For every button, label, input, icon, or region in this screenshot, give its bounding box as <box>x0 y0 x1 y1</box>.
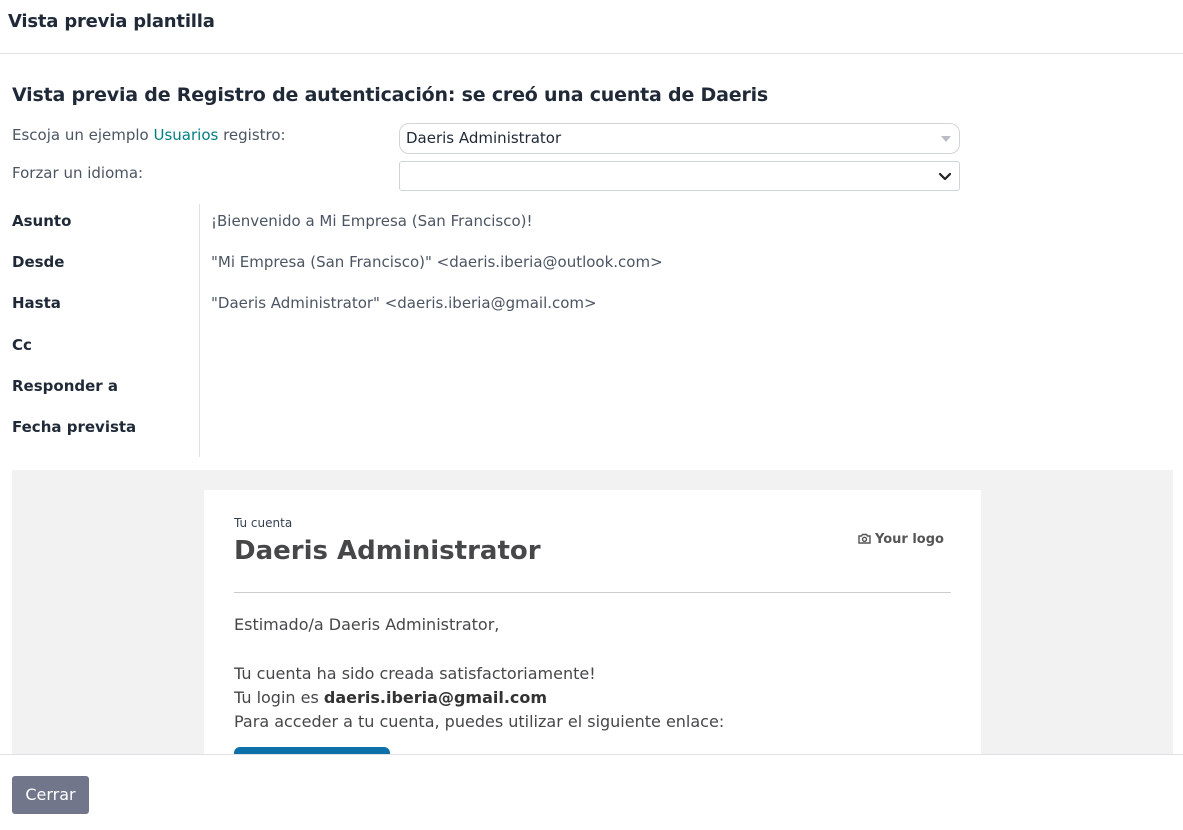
subject-value: ¡Bienvenido a Mi Empresa (San Francisco)… <box>211 212 533 230</box>
email-access-text: Para acceder a tu cuenta, puedes utiliza… <box>234 712 725 731</box>
email-created-text: Tu cuenta ha sido creada satisfactoriame… <box>234 664 596 683</box>
email-preview-area[interactable]: Tu cuenta Daeris Administrator Your logo… <box>12 470 1173 754</box>
example-label-prefix: Escoja un ejemplo <box>12 126 154 144</box>
email-divider <box>234 592 951 593</box>
from-row: Desde "Mi Empresa (San Francisco)" <daer… <box>0 253 700 293</box>
subject-label: Asunto <box>12 212 72 230</box>
example-record-select[interactable]: Daeris Administrator <box>399 123 960 154</box>
from-value: "Mi Empresa (San Francisco)" <daeris.ibe… <box>211 253 663 271</box>
cc-row: Cc <box>0 336 700 376</box>
email-login-value: daeris.iberia@gmail.com <box>323 688 548 707</box>
example-record-label: Escoja un ejemplo Usuarios registro: <box>12 126 286 144</box>
to-value: "Daeris Administrator" <daeris.iberia@gm… <box>211 294 597 312</box>
email-account-name: Daeris Administrator <box>234 536 541 566</box>
scheduled-date-label: Fecha prevista <box>12 418 137 436</box>
dialog-footer: Cerrar <box>0 754 1183 830</box>
model-link[interactable]: Usuarios <box>154 126 219 144</box>
caret-down-icon <box>941 136 951 142</box>
dialog-header: Vista previa plantilla <box>0 0 1183 54</box>
email-logo: Your logo <box>858 532 944 547</box>
camera-icon <box>858 533 871 544</box>
example-record-value: Daeris Administrator <box>406 129 562 147</box>
to-label: Hasta <box>12 294 61 312</box>
to-row: Hasta "Daeris Administrator" <daeris.ibe… <box>0 294 700 334</box>
scheduled-date-row: Fecha prevista <box>0 418 700 458</box>
close-button[interactable]: Cerrar <box>12 776 89 814</box>
dialog-body: Vista previa de Registro de autenticació… <box>0 54 1183 754</box>
email-greeting: Estimado/a Daeris Administrator, <box>234 615 500 634</box>
email-login-prefix: Tu login es <box>234 688 324 707</box>
email-access-button[interactable] <box>234 747 390 754</box>
dialog-title: Vista previa plantilla <box>8 11 215 32</box>
reply-to-row: Responder a <box>0 377 700 417</box>
email-logo-text: Your logo <box>875 532 944 547</box>
chevron-down-icon <box>938 172 952 181</box>
language-label: Forzar un idioma: <box>12 164 144 182</box>
from-label: Desde <box>12 253 65 271</box>
language-select[interactable] <box>399 161 960 191</box>
example-label-suffix: registro: <box>218 126 286 144</box>
email-login-line: Tu login es daeris.iberia@gmail.com <box>234 688 547 707</box>
email-eyebrow: Tu cuenta <box>234 516 293 530</box>
cc-label: Cc <box>12 336 32 354</box>
preview-title: Vista previa de Registro de autenticació… <box>12 84 769 106</box>
email-card: Tu cuenta Daeris Administrator Your logo… <box>204 490 981 754</box>
reply-to-label: Responder a <box>12 377 119 395</box>
subject-row: Asunto ¡Bienvenido a Mi Empresa (San Fra… <box>0 212 700 252</box>
